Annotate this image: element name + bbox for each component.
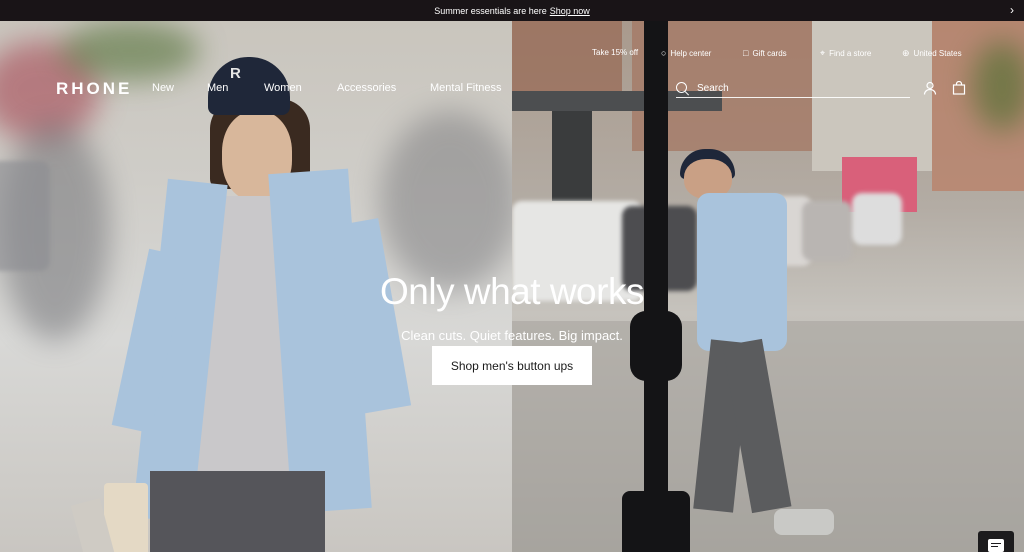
- hero-headline: Only what works: [380, 271, 644, 312]
- rhone-logo[interactable]: RHONE: [56, 79, 132, 99]
- search-input[interactable]: [697, 82, 897, 94]
- nav-mental-fitness[interactable]: Mental Fitness: [430, 82, 502, 94]
- help-circle-icon: ○: [661, 48, 667, 58]
- chevron-right-icon[interactable]: ›: [1010, 3, 1014, 17]
- globe-icon: ⊕: [902, 48, 910, 58]
- hero-banner: R RHONE New Men Women Accessories Mental…: [0, 21, 1024, 552]
- search-icon[interactable]: [676, 81, 689, 95]
- util-help-center[interactable]: ○ Help center: [661, 48, 711, 58]
- util-gift-cards[interactable]: □ Gift cards: [743, 48, 787, 58]
- util-find-store[interactable]: ⌖ Find a store: [820, 48, 871, 59]
- user-icon[interactable]: [923, 81, 937, 95]
- announcement-text: Summer essentials are here: [434, 5, 547, 16]
- gift-icon: □: [743, 48, 749, 58]
- shop-button-ups-button[interactable]: Shop men's button ups: [432, 346, 592, 385]
- nav-new[interactable]: New: [152, 82, 174, 94]
- nav-accessories[interactable]: Accessories: [337, 82, 396, 94]
- hero-subheadline: Clean cuts. Quiet features. Big impact.: [401, 328, 623, 343]
- chat-button[interactable]: [978, 531, 1014, 552]
- nav-men[interactable]: Men: [207, 82, 228, 94]
- search-bar: [676, 79, 910, 98]
- util-country[interactable]: ⊕ United States: [902, 48, 962, 59]
- announcement-bar: Summer essentials are here Shop now ›: [0, 0, 1024, 21]
- util-offer[interactable]: Take 15% off: [592, 48, 638, 57]
- location-pin-icon: ⌖: [820, 48, 826, 58]
- shopping-bag-icon[interactable]: [952, 81, 966, 95]
- nav-women[interactable]: Women: [264, 82, 302, 94]
- shop-now-link[interactable]: Shop now: [550, 6, 590, 16]
- chat-icon: [988, 539, 1004, 552]
